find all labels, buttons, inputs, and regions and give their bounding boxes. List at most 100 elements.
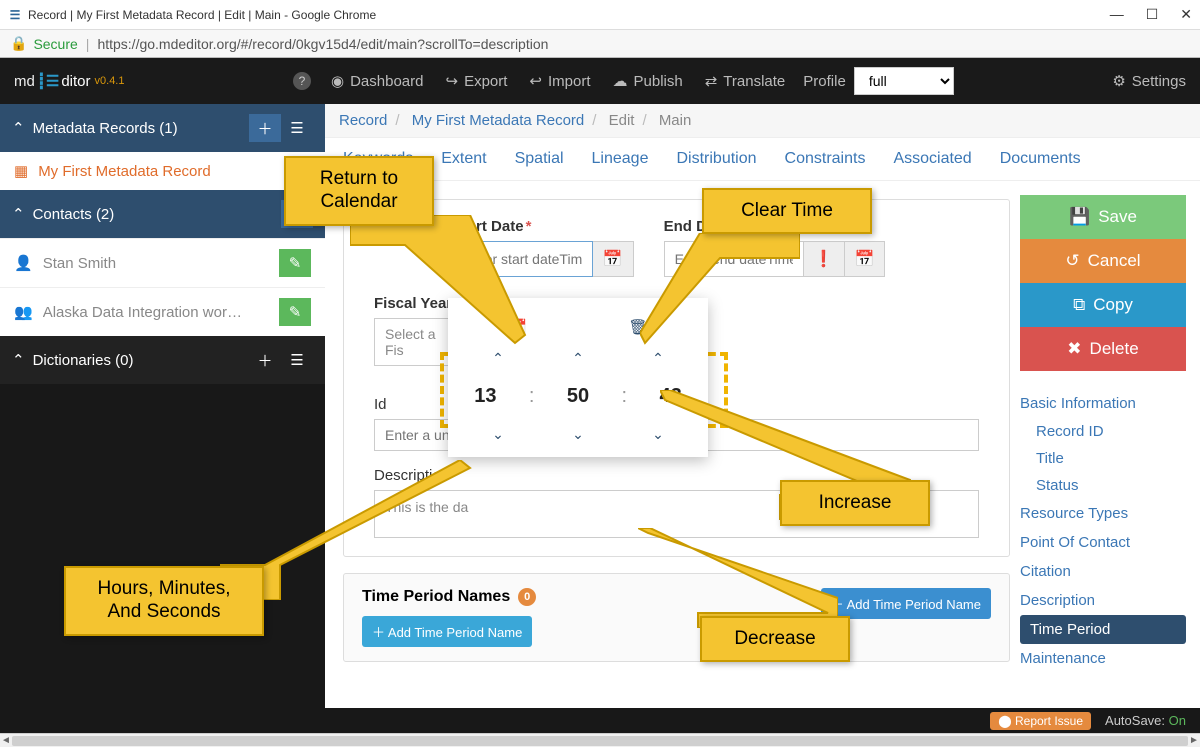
section-nav: Basic Information Record ID Title Status…	[1020, 389, 1186, 673]
tab-constraints[interactable]: Constraints	[785, 150, 866, 168]
nav2-poc[interactable]: Point Of Contact	[1020, 528, 1186, 557]
calendar-icon[interactable]: 📅	[845, 241, 886, 277]
return-calendar-icon[interactable]: 📅	[509, 318, 528, 336]
edit-contact1-button[interactable]: ✎	[279, 249, 311, 277]
nav2-status[interactable]: Status	[1020, 472, 1186, 499]
cancel-button[interactable]: ↺Cancel	[1020, 239, 1186, 283]
calendar-icon[interactable]: 📅	[593, 241, 634, 277]
minute-value[interactable]: 50	[567, 385, 589, 408]
export-icon: ↪	[445, 72, 458, 90]
edit-contact2-button[interactable]: ✎	[279, 298, 311, 326]
list-records-button[interactable]: ☰	[281, 114, 313, 142]
second-down-button[interactable]: ⌄	[628, 426, 688, 443]
nav2-basic[interactable]: Basic Information	[1020, 389, 1186, 418]
import-icon: ↩	[529, 72, 542, 90]
horizontal-scrollbar[interactable]: ◄ ►	[0, 733, 1200, 747]
tab-associated[interactable]: Associated	[893, 150, 971, 168]
tab-distribution[interactable]: Distribution	[676, 150, 756, 168]
nav2-citation[interactable]: Citation	[1020, 557, 1186, 586]
form-area: Dates Start Date 📅 End Date	[325, 181, 1020, 708]
nav2-timeperiod[interactable]: Time Period	[1020, 615, 1186, 644]
add-dictionary-button[interactable]: ＋	[249, 346, 281, 374]
minute-up-button[interactable]: ⌃	[548, 350, 608, 367]
record-icon: ▦	[14, 162, 28, 180]
minimize-icon[interactable]: —	[1110, 6, 1124, 23]
list-dictionaries-button[interactable]: ☰	[281, 346, 313, 374]
delete-button[interactable]: ✖Delete	[1020, 327, 1186, 371]
second-up-button[interactable]: ⌃	[628, 350, 688, 367]
crumb-edit: Edit	[609, 112, 635, 129]
add-record-button[interactable]: ＋	[249, 114, 281, 142]
nav-publish[interactable]: ☁Publish	[613, 72, 683, 90]
favicon-icon: ☰	[8, 8, 22, 22]
scroll-right-icon[interactable]: ►	[1188, 735, 1200, 746]
brand-version: v0.4.1	[95, 75, 125, 87]
user-icon: 👤	[14, 254, 33, 272]
brand-logo-icon: ┋☰	[37, 72, 59, 90]
minute-down-button[interactable]: ⌄	[548, 426, 608, 443]
chevron-down-icon: ⌃	[12, 205, 25, 223]
sidebar-contact-1[interactable]: 👤 Stan Smith ✎	[0, 238, 325, 287]
hour-up-button[interactable]: ⌃	[468, 350, 528, 367]
nav-import[interactable]: ↩Import	[529, 72, 590, 90]
start-date-input[interactable]	[453, 241, 593, 277]
label-id: Id	[374, 396, 387, 413]
lock-icon: 🔒	[10, 35, 27, 52]
nav-export[interactable]: ↪Export	[445, 72, 507, 90]
nav2-title[interactable]: Title	[1020, 445, 1186, 472]
sidebar-record-item[interactable]: ▦ My First Metadata Record	[0, 152, 325, 190]
copy-button[interactable]: ⧉Copy	[1020, 283, 1186, 327]
nav2-description[interactable]: Description	[1020, 586, 1186, 615]
sidebar-contacts-header[interactable]: ⌃ Contacts (2) ＋	[0, 190, 325, 238]
autosave-status: On	[1169, 713, 1186, 728]
annot-hms: Hours, Minutes, And Seconds	[64, 566, 264, 636]
save-button[interactable]: 💾Save	[1020, 195, 1186, 239]
profile-select[interactable]: full	[854, 67, 954, 95]
annot-increase: Increase	[780, 480, 930, 526]
nav2-maintenance[interactable]: Maintenance	[1020, 644, 1186, 673]
tab-extent[interactable]: Extent	[441, 150, 486, 168]
nav2-restypes[interactable]: Resource Types	[1020, 499, 1186, 528]
hour-down-button[interactable]: ⌄	[468, 426, 528, 443]
secure-label: Secure	[33, 36, 77, 52]
delete-icon: ✖	[1067, 339, 1081, 359]
nav-translate[interactable]: ⇄Translate	[705, 72, 786, 90]
action-column: 💾Save ↺Cancel ⧉Copy ✖Delete Basic Inform…	[1020, 181, 1200, 708]
sidebar-record-label: My First Metadata Record	[38, 163, 211, 180]
nav-dashboard[interactable]: ◉Dashboard	[331, 72, 423, 90]
scrollbar-thumb[interactable]	[12, 736, 1188, 746]
tab-lineage[interactable]: Lineage	[592, 150, 649, 168]
nav-settings[interactable]: ⚙Settings	[1112, 72, 1186, 90]
sidebar-dictionaries-header[interactable]: ⌃ Dictionaries (0) ＋ ☰	[0, 336, 325, 384]
publish-icon: ☁	[613, 72, 628, 90]
tab-documents[interactable]: Documents	[1000, 150, 1081, 168]
hour-value[interactable]: 13	[474, 385, 496, 408]
crumb-record[interactable]: Record	[339, 112, 387, 129]
report-issue-button[interactable]: ⬤ Report Issue	[990, 712, 1091, 730]
chevron-down-icon: ⌃	[12, 119, 25, 137]
close-icon[interactable]: ✕	[1180, 6, 1192, 23]
tabs: Keywords Extent Spatial Lineage Distribu…	[325, 138, 1200, 181]
maximize-icon[interactable]: ☐	[1146, 6, 1159, 23]
save-icon: 💾	[1069, 207, 1090, 227]
brand-md: md	[14, 73, 35, 90]
sidebar-contact-2[interactable]: 👥 Alaska Data Integration working… ✎	[0, 287, 325, 336]
add-time-period-name-button-top[interactable]: ＋ Add Time Period Name	[821, 588, 991, 619]
tab-spatial[interactable]: Spatial	[515, 150, 564, 168]
dashboard-icon: ◉	[331, 72, 344, 90]
scroll-left-icon[interactable]: ◄	[0, 735, 12, 746]
add-time-period-name-button[interactable]: ＋ Add Time Period Name	[362, 616, 532, 647]
label-tpn: Time Period Names	[362, 588, 510, 606]
help-icon[interactable]: ?	[293, 72, 311, 90]
crumb-name[interactable]: My First Metadata Record	[412, 112, 585, 129]
nav2-recordid[interactable]: Record ID	[1020, 418, 1186, 445]
sidebar-records-header[interactable]: ⌃ Metadata Records (1) ＋ ☰	[0, 104, 325, 152]
annot-decrease: Decrease	[700, 616, 850, 662]
url-text[interactable]: https://go.mdeditor.org/#/record/0kgv15d…	[97, 36, 548, 52]
second-value[interactable]: 43	[660, 385, 682, 408]
breadcrumb: Record/ My First Metadata Record/ Edit/ …	[325, 104, 1200, 138]
end-date-input[interactable]	[664, 241, 804, 277]
clear-time-icon[interactable]: 🗑	[628, 318, 647, 336]
users-icon: 👥	[14, 303, 33, 321]
label-startdate: Start Date	[453, 218, 532, 235]
